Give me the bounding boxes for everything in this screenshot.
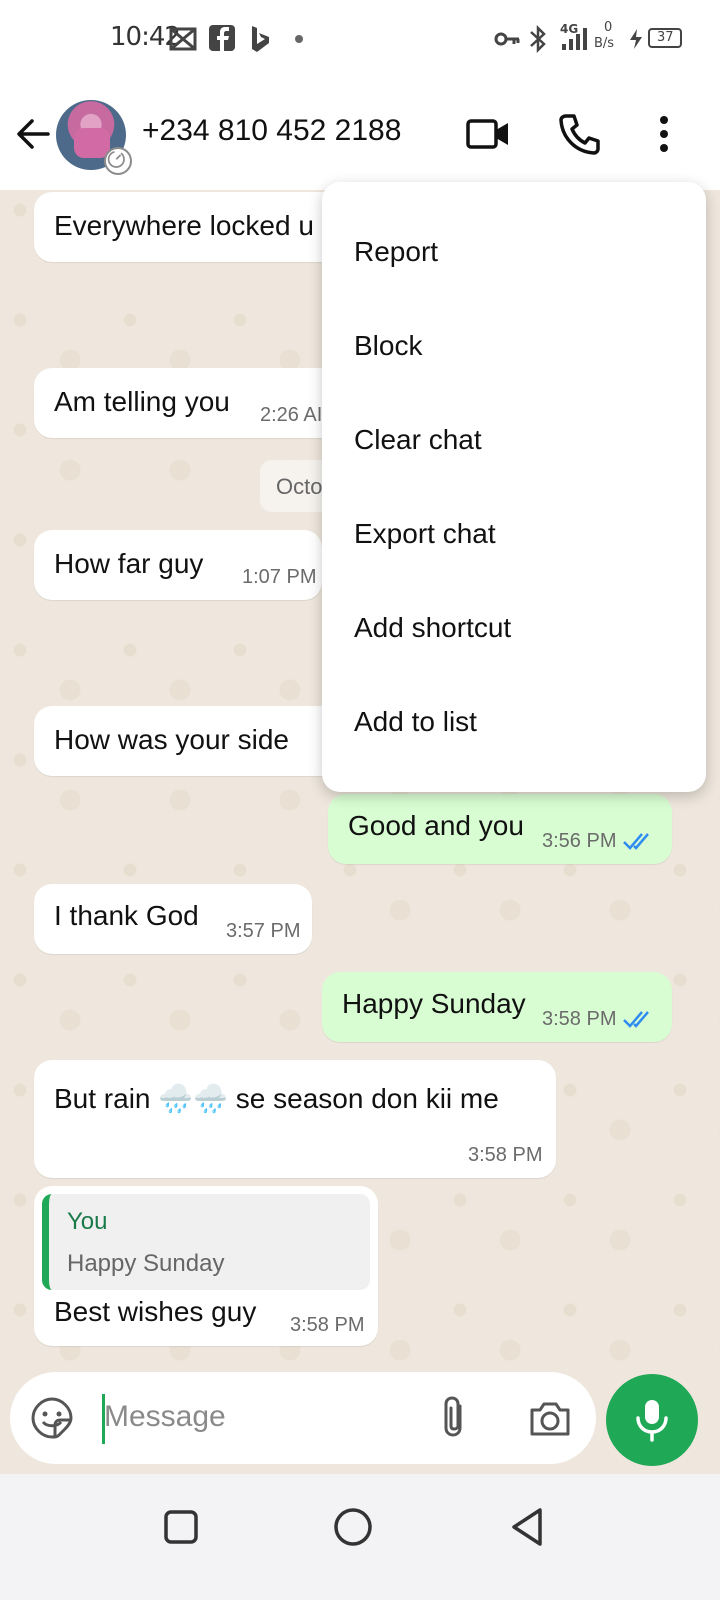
read-ticks-icon bbox=[623, 833, 649, 850]
message-bubble[interactable]: Everywhere locked u bbox=[34, 192, 344, 262]
message-bubble[interactable]: But rain 🌧️🌧️ se season don kii me 3:58 … bbox=[34, 1060, 556, 1178]
message-time: 3:58 PM bbox=[542, 1008, 617, 1030]
signal-icon bbox=[562, 28, 587, 50]
message-input[interactable]: Message bbox=[104, 1400, 226, 1434]
message-bubble-outgoing[interactable]: Happy Sunday 3:58 PM bbox=[322, 972, 672, 1042]
system-nav-bar bbox=[0, 1474, 720, 1600]
message-text: Am telling you bbox=[54, 386, 230, 417]
message-bubble[interactable]: How was your side bbox=[34, 706, 344, 776]
message-text: How far guy bbox=[54, 548, 204, 579]
date-chip-label: Octo bbox=[276, 474, 323, 499]
message-text: Best wishes guy bbox=[54, 1296, 257, 1327]
quote-text: Happy Sunday bbox=[67, 1250, 225, 1277]
menu-item-add-shortcut[interactable]: Add shortcut bbox=[322, 582, 706, 676]
back-triangle-icon[interactable] bbox=[504, 1502, 554, 1552]
battery-icon: 37 bbox=[648, 28, 682, 48]
charging-icon bbox=[630, 29, 642, 49]
message-bubble-outgoing[interactable]: Good and you 3:56 PM bbox=[328, 794, 672, 864]
battery-level: 37 bbox=[657, 30, 674, 45]
message-text: Everywhere locked u bbox=[54, 210, 314, 241]
camera-icon[interactable] bbox=[528, 1396, 572, 1440]
data-speed-unit: B/s bbox=[594, 36, 615, 51]
message-composer: Message bbox=[10, 1372, 596, 1464]
quoted-message[interactable]: You Happy Sunday bbox=[42, 1194, 370, 1290]
home-circle-icon[interactable] bbox=[328, 1502, 378, 1552]
message-time: 3:58 PM bbox=[468, 1144, 543, 1166]
menu-item-export-chat[interactable]: Export chat bbox=[322, 488, 706, 582]
menu-item-add-to-list[interactable]: Add to list bbox=[322, 676, 706, 770]
menu-item-clear-chat[interactable]: Clear chat bbox=[322, 394, 706, 488]
bluetooth-icon bbox=[530, 24, 546, 54]
menu-item-block[interactable]: Block bbox=[322, 300, 706, 394]
video-call-icon[interactable] bbox=[466, 112, 510, 156]
message-time: 3:56 PM bbox=[542, 830, 617, 852]
status-bar: 10:42 4G 0 B/s 37 bbox=[0, 0, 720, 80]
more-options-icon[interactable] bbox=[642, 112, 686, 156]
quote-author: You bbox=[67, 1208, 108, 1235]
message-bubble[interactable]: Am telling you 2:26 AI bbox=[34, 368, 344, 438]
message-text: But rain 🌧️🌧️ se season don kii me bbox=[54, 1083, 499, 1114]
read-ticks-icon bbox=[623, 1011, 649, 1028]
mic-icon bbox=[636, 1400, 668, 1442]
key-icon bbox=[494, 32, 520, 46]
facebook-icon bbox=[209, 25, 235, 51]
dot-icon bbox=[295, 35, 303, 43]
menu-item-report[interactable]: Report bbox=[322, 206, 706, 300]
message-bubble[interactable]: How far guy 1:07 PM bbox=[34, 530, 322, 600]
message-time: 3:58 PM bbox=[290, 1314, 365, 1336]
back-arrow-icon[interactable] bbox=[14, 114, 54, 154]
message-text: I thank God bbox=[54, 900, 199, 931]
message-text: Good and you bbox=[348, 810, 524, 841]
attach-icon[interactable] bbox=[436, 1394, 472, 1442]
overflow-menu: Report Block Clear chat Export chat Add … bbox=[322, 182, 706, 792]
message-bubble[interactable]: I thank God 3:57 PM bbox=[34, 884, 312, 954]
contact-name[interactable]: +234 810 452 2188 bbox=[142, 114, 401, 148]
chat-header: +234 810 452 2188 bbox=[0, 80, 720, 190]
recents-square-icon[interactable] bbox=[156, 1502, 206, 1552]
phone-call-icon[interactable] bbox=[558, 112, 602, 156]
bing-icon bbox=[252, 26, 269, 52]
disappearing-timer-icon bbox=[104, 147, 132, 175]
capcut-icon bbox=[169, 27, 197, 51]
message-bubble[interactable]: You Happy Sunday Best wishes guy 3:58 PM bbox=[34, 1186, 378, 1346]
message-time: 1:07 PM bbox=[242, 566, 317, 588]
message-time: 2:26 AI bbox=[260, 404, 323, 426]
voice-record-button[interactable] bbox=[606, 1374, 698, 1466]
message-text: How was your side bbox=[54, 724, 289, 755]
data-speed-value: 0 bbox=[604, 20, 613, 35]
message-text: Happy Sunday bbox=[342, 988, 526, 1019]
sticker-icon[interactable] bbox=[30, 1396, 74, 1440]
message-time: 3:57 PM bbox=[226, 920, 301, 942]
